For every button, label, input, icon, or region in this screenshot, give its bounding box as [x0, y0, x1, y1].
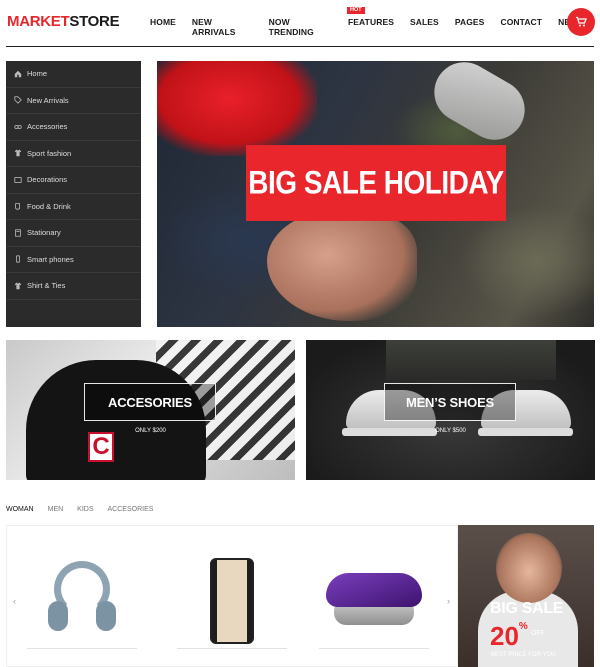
hero-image-bracelet [423, 61, 536, 151]
promo-image-face [496, 533, 562, 603]
nav-features[interactable]: FEATURES [348, 17, 394, 37]
nav-pages[interactable]: PAGES [455, 17, 485, 37]
shirt-icon [14, 149, 22, 157]
sidebar-item-label: Food & Drink [27, 201, 71, 211]
promo-percent-value: 20 [490, 621, 519, 651]
promo-percent: 20% [490, 621, 528, 652]
category-sidebar: Home New Arrivals Accessories Sport fash… [6, 61, 141, 327]
product-card-headphones[interactable] [27, 551, 137, 651]
phone-icon [14, 255, 22, 263]
tab-kids[interactable]: KIDS [77, 506, 93, 513]
sidebar-item-label: Smart phones [27, 254, 74, 264]
banner-title: MEN’S SHOES [384, 383, 516, 421]
promo-subtitle: BEST PRICE FOR YOU [491, 652, 556, 658]
sidebar-item-smart-phones[interactable]: Smart phones [6, 247, 141, 273]
sidebar-item-label: Sport fashion [27, 148, 72, 158]
promo-percent-sign: % [518, 621, 528, 632]
shirt-icon [14, 282, 22, 290]
hero-image-shirt [157, 61, 317, 156]
sidebar-item-decorations[interactable]: Decorations [6, 167, 141, 194]
brand-logo-part1: MARKET [7, 13, 70, 30]
accessories-banner[interactable]: C ACCESORIES ONLY $200 [6, 340, 295, 480]
banner-title: ACCESORIES [84, 383, 216, 421]
hero-image-hand [267, 211, 417, 321]
sidebar-item-label: Home [27, 69, 48, 79]
cart-button[interactable] [567, 8, 595, 36]
brand-logo-part2: STORE [69, 13, 120, 30]
beanie-logo: C [88, 432, 114, 462]
product-card-phone[interactable] [177, 551, 287, 651]
book-icon [14, 229, 22, 237]
frame-icon [14, 176, 22, 184]
glasses-icon [14, 123, 22, 131]
nav-new-arrivals[interactable]: NEW ARRIVALS [192, 17, 253, 37]
sidebar-item-label: New Arrivals [27, 95, 69, 105]
hero-title[interactable]: BIG SALE HOLIDAY [246, 145, 506, 221]
sidebar-item-label: Stationary [27, 228, 61, 238]
product-card-speaker[interactable] [319, 551, 429, 651]
tab-woman[interactable]: WOMAN [6, 506, 34, 513]
shopping-cart-icon [576, 16, 587, 27]
tab-accesories[interactable]: ACCESORIES [108, 506, 154, 513]
nav-contact[interactable]: CONTACT [500, 17, 542, 37]
mens-shoes-banner[interactable]: MEN’S SHOES ONLY $500 [306, 340, 595, 480]
nav-sales[interactable]: SALES [410, 17, 439, 37]
banner-image-jeans [386, 340, 556, 380]
carousel-prev-arrow[interactable]: ‹ [13, 596, 16, 606]
product-carousel: ‹ › [6, 525, 458, 667]
brand-logo[interactable]: MARKETSTORE [7, 13, 120, 30]
banner-subtitle: ONLY $500 [435, 428, 466, 434]
nav-now-trending[interactable]: NOW TRENDING [269, 17, 332, 37]
promo-title: BIG SALE [490, 600, 564, 617]
main-nav: HOME NEW ARRIVALS NOW TRENDING FEATURES … [150, 17, 600, 37]
sidebar-item-accessories[interactable]: Accessories [6, 114, 141, 141]
product-image-speaker [326, 573, 422, 629]
sidebar-item-home[interactable]: Home [6, 61, 141, 88]
tag-icon [14, 96, 22, 105]
cup-icon [14, 202, 22, 210]
product-divider [27, 648, 137, 649]
big-sale-promo[interactable]: BIG SALE 20% OFF BEST PRICE FOR YOU [458, 525, 594, 667]
product-tabs: WOMAN MEN KIDS ACCESORIES [6, 506, 167, 513]
sidebar-item-label: Decorations [27, 175, 68, 185]
tab-men[interactable]: MEN [48, 506, 64, 513]
sidebar-item-new-arrivals[interactable]: New Arrivals [6, 88, 141, 114]
banner-subtitle: ONLY $200 [135, 428, 166, 434]
hot-badge: HOT [347, 7, 365, 14]
product-divider [319, 648, 429, 649]
sidebar-item-food-drink[interactable]: Food & Drink [6, 194, 141, 220]
sidebar-item-label: Shirt & Ties [27, 281, 66, 291]
product-image-phone [210, 558, 254, 644]
product-image-headphones [46, 561, 118, 641]
nav-home[interactable]: HOME [150, 17, 176, 37]
carousel-next-arrow[interactable]: › [447, 596, 450, 606]
sidebar-item-sport-fashion[interactable]: Sport fashion [6, 141, 141, 167]
product-divider [177, 648, 287, 649]
sidebar-item-stationary[interactable]: Stationary [6, 220, 141, 247]
sidebar-item-shirt-ties[interactable]: Shirt & Ties [6, 273, 141, 300]
header-divider [6, 46, 594, 47]
promo-off: OFF [531, 630, 545, 637]
site-header: MARKETSTORE HOME NEW ARRIVALS NOW TRENDI… [0, 0, 600, 46]
sidebar-item-label: Accessories [27, 122, 68, 132]
home-icon [14, 70, 22, 78]
